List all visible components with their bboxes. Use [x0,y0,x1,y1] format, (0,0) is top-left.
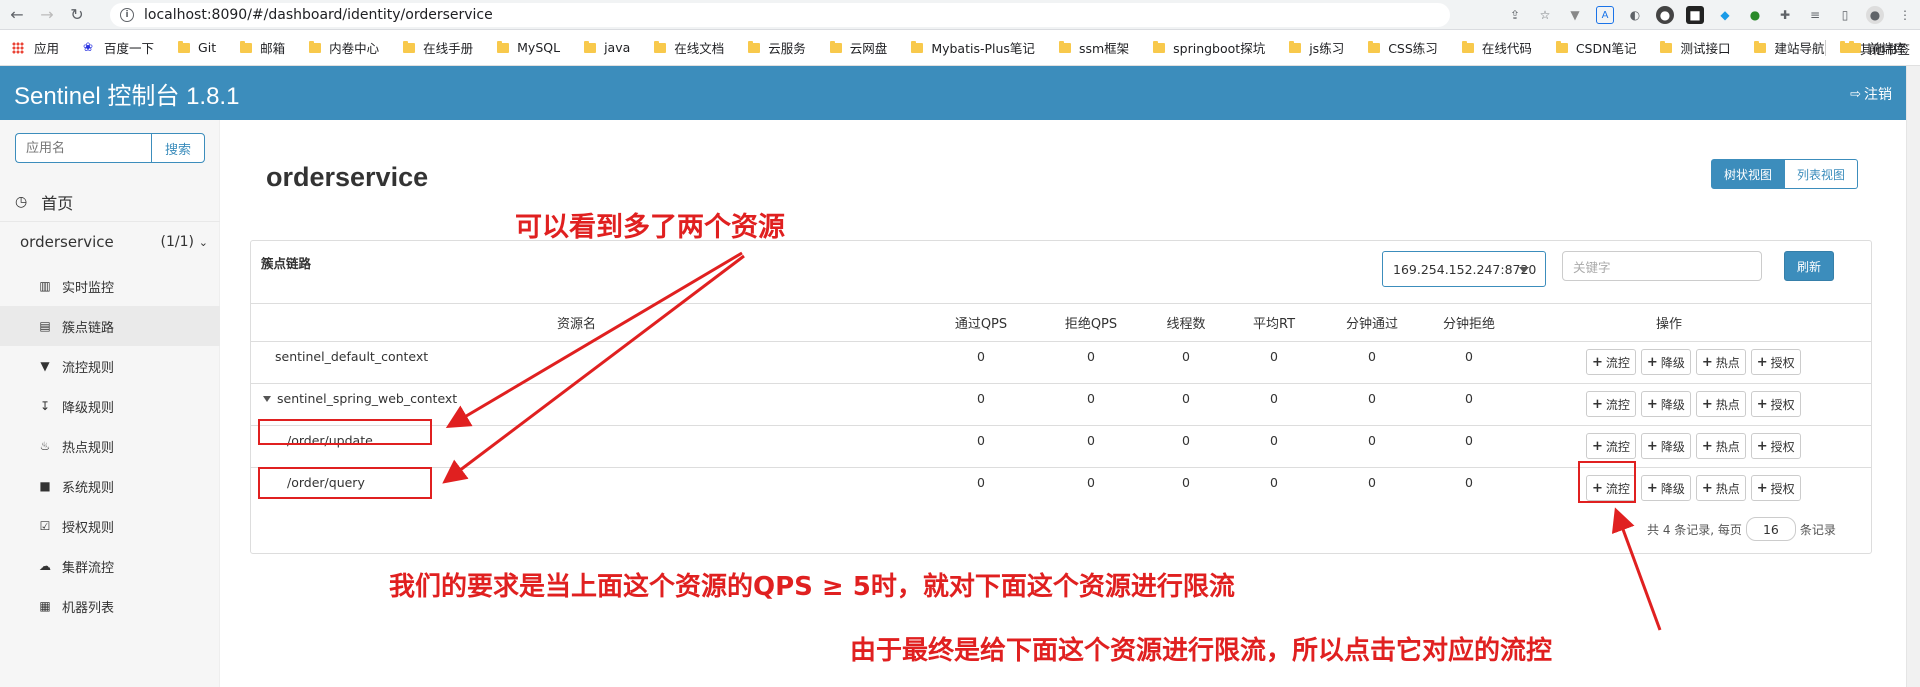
arrow-to-flow-button [1611,507,1662,631]
annotation-arrows [442,251,1662,631]
arrow-to-update [445,251,743,429]
arrow-to-query [442,254,745,484]
